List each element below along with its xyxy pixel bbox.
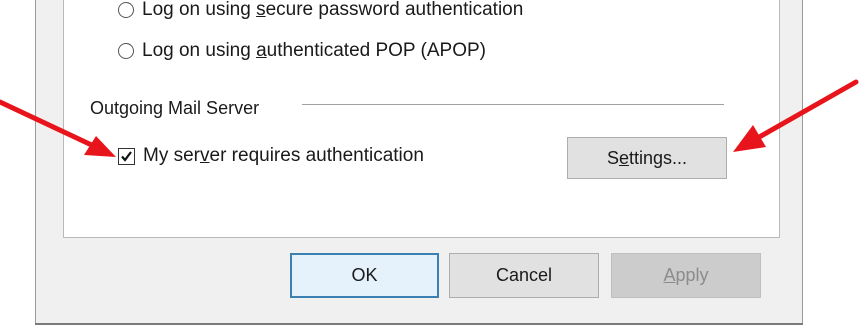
arrow-icon	[733, 79, 859, 152]
arrow-icon	[0, 99, 116, 157]
annotation-arrows	[0, 79, 859, 157]
